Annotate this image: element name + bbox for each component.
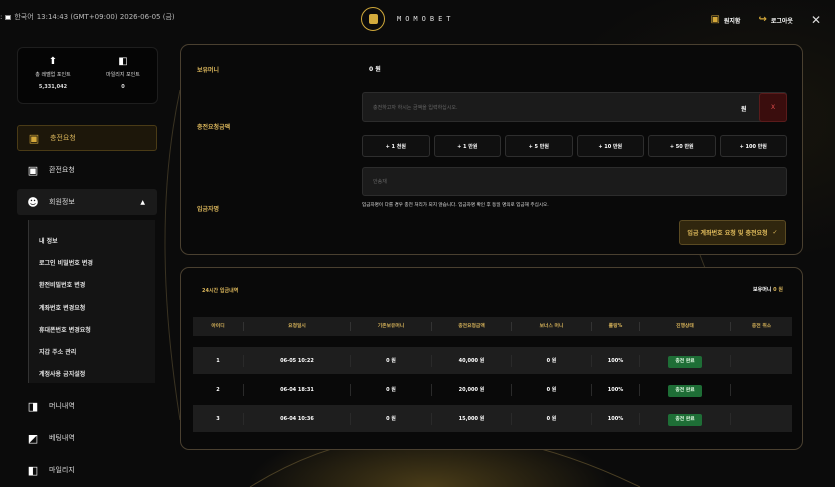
- cancel-cell: [731, 355, 792, 367]
- person-up-icon: ⬆: [48, 56, 58, 67]
- col-bonus: 보너스 머니: [512, 322, 592, 331]
- col-rolling: 롤링%: [592, 322, 640, 331]
- deposit-submit-button[interactable]: 입금 계좌번호 요청 및 충전요청 ✓: [679, 220, 786, 245]
- brand-logo[interactable]: MOMOBET: [361, 7, 455, 31]
- sidebar-item-mileage[interactable]: ◧ 마일리지: [17, 457, 157, 483]
- locale-label[interactable]: 한국어: [14, 12, 33, 22]
- table-row: 3 06-04 10:36 0 원 15,000 원 0 원 100% 충전 완…: [193, 405, 792, 432]
- status-badge: 충전 완료: [668, 413, 702, 426]
- datetime: 13:14:43 (GMT+09:00) 2026-06-05 (금): [36, 13, 175, 21]
- logout-icon: ↪: [758, 14, 767, 25]
- deposit-history-panel: 24시간 입금내역 보유머니 0 원 아이디 요청일시 기존보유머니 충전요청금…: [180, 267, 803, 450]
- col-date: 요청일시: [244, 322, 351, 331]
- wallet-icon: ▣: [710, 14, 720, 25]
- sidebar-item-deposit[interactable]: ▣ 충전요청: [17, 125, 157, 151]
- submenu-my-info[interactable]: 내 정보: [29, 229, 155, 251]
- history-table-header: 아이디 요청일시 기존보유머니 충전요청금액 보너스 머니 롤링% 진행상태 충…: [193, 317, 792, 336]
- amount-input[interactable]: 충전하고자 하시는 금액을 입력하십시오.: [362, 92, 787, 122]
- member-info-submenu: 내 정보 로그인 비밀번호 변경 환전비밀번호 변경 계좌번호 변경요청 휴대폰…: [28, 220, 155, 383]
- depositor-name-field[interactable]: 안송재: [362, 167, 787, 196]
- status-badge: 충전 완료: [668, 384, 702, 397]
- balance-label: 보유머니: [197, 67, 220, 74]
- mileage-icon: ◧: [27, 463, 39, 477]
- locale-datetime: : 한국어 13:14:43 (GMT+09:00) 2026-06-05 (금…: [0, 12, 175, 22]
- quick-amount-1k[interactable]: + 1 천원: [362, 135, 430, 157]
- brand-name: MOMOBET: [397, 15, 455, 23]
- col-id: 아이디: [193, 322, 244, 331]
- status-badge: 충전 완료: [668, 355, 702, 368]
- korea-flag-icon: [5, 14, 12, 20]
- sidebar-item-money-history[interactable]: ◨ 머니내역: [17, 393, 157, 419]
- cancel-cell: [731, 384, 792, 396]
- clear-amount-button[interactable]: X: [759, 93, 787, 122]
- depositor-notice: 입금자명이 다를 경우 충전 처리가 되지 않습니다. 입금자명 확인 후 동일…: [362, 203, 549, 208]
- submenu-phone-change[interactable]: 휴대폰번호 변경요청: [29, 318, 155, 340]
- rolling-point: ⬆ 총 레벨업 포인트 5,331,042: [18, 56, 88, 90]
- logo-icon: [361, 7, 385, 31]
- history-balance: 보유머니 0 원: [753, 287, 783, 293]
- money-history-icon: ◨: [27, 399, 39, 413]
- col-cancel: 충전 취소: [751, 324, 772, 329]
- quick-amount-500k[interactable]: + 50 만원: [648, 135, 716, 157]
- deposit-form-panel: 보유머니 0 원 충전요청금액 충전하고자 하시는 금액을 입력하십시오. 원 …: [180, 44, 803, 255]
- wallet-button[interactable]: ▣ 원지함: [710, 15, 740, 25]
- table-row: 2 06-04 18:31 0 원 20,000 원 0 원 100% 충전 완…: [193, 376, 792, 403]
- col-amount: 충전요청금액: [432, 322, 512, 331]
- betting-history-icon: ◩: [27, 431, 39, 445]
- amount-label: 충전요청금액: [197, 124, 231, 131]
- depositor-label: 입금자명: [197, 206, 220, 213]
- submenu-login-password[interactable]: 로그인 비밀번호 변경: [29, 251, 155, 273]
- quick-amount-100k[interactable]: + 10 만원: [576, 135, 644, 157]
- points-card: ⬆ 총 레벨업 포인트 5,331,042 ◧ 마일리지 포인트 0: [17, 47, 158, 104]
- sidebar-item-withdraw[interactable]: ▣ 환전요청: [17, 157, 157, 183]
- history-title: 24시간 입금내역: [202, 288, 239, 294]
- submenu-wallet-address[interactable]: 지갑 주소 관리: [29, 340, 155, 362]
- won-unit: 원: [741, 106, 747, 113]
- mileage-point: ◧ 마일리지 포인트 0: [88, 56, 158, 90]
- check-icon: ✓: [772, 229, 778, 236]
- quick-amount-50k[interactable]: + 5 만원: [505, 135, 573, 157]
- top-bar: : 한국어 13:14:43 (GMT+09:00) 2026-06-05 (금…: [0, 0, 835, 38]
- quick-amount-1m[interactable]: + 100 만원: [719, 135, 787, 157]
- table-row: 1 06-05 10:22 0 원 40,000 원 0 원 100% 충전 완…: [193, 347, 792, 374]
- cancel-cell: [731, 413, 792, 425]
- user-gear-icon: ☻: [27, 195, 39, 209]
- wallet-minus-icon: ▣: [27, 163, 39, 177]
- logout-button[interactable]: ↪ 로그아웃: [758, 15, 792, 25]
- close-icon[interactable]: ✕: [811, 13, 821, 27]
- sidebar-item-member-info[interactable]: ☻ 회원정보 ▲: [17, 189, 157, 215]
- mileage-icon: ◧: [118, 56, 128, 67]
- col-prev: 기존보유머니: [351, 322, 432, 331]
- quick-amount-buttons: + 1 천원 + 1 만원 + 5 만원 + 10 만원 + 50 만원 + 1…: [362, 135, 787, 157]
- quick-amount-10k[interactable]: + 1 만원: [433, 135, 501, 157]
- wallet-plus-icon: ▣: [28, 131, 40, 145]
- submenu-withdraw-password[interactable]: 환전비밀번호 변경: [29, 274, 155, 296]
- sidebar-item-betting-history[interactable]: ◩ 베팅내역: [17, 425, 157, 451]
- col-status: 진행상태: [640, 322, 731, 331]
- submenu-account-block[interactable]: 계정사용 금지설정: [29, 363, 155, 385]
- chevron-up-icon: ▲: [140, 198, 145, 206]
- balance-value: 0 원: [369, 66, 381, 73]
- submenu-account-change[interactable]: 계좌번호 변경요청: [29, 296, 155, 318]
